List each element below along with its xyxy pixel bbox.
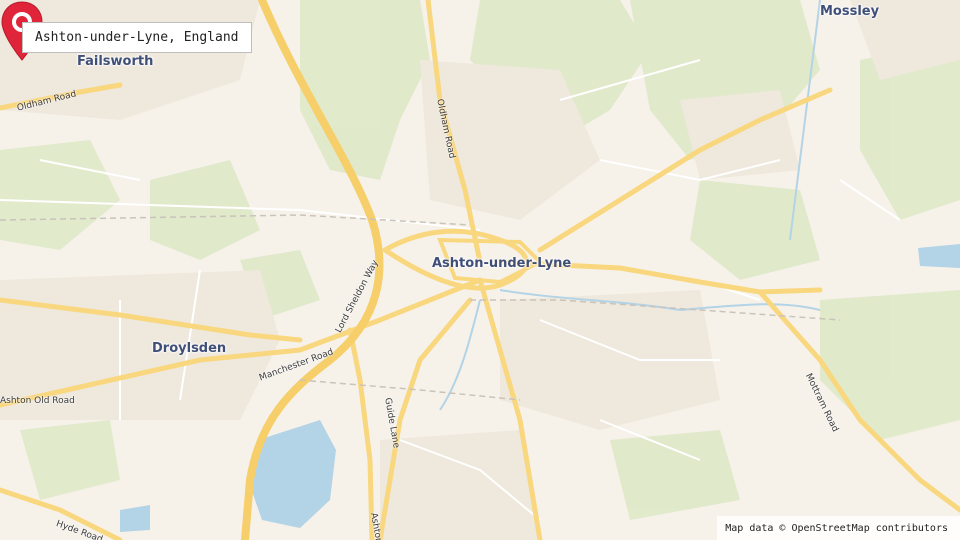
place-label-ashton: Ashton-under-Lyne (432, 256, 572, 271)
location-search-box[interactable]: Ashton-under-Lyne, England (22, 22, 252, 53)
road-label-ashton-old-road: Ashton Old Road (0, 396, 75, 406)
place-label-failsworth: Failsworth (77, 54, 154, 69)
map-canvas[interactable]: Ashton-under-Lyne Failsworth Mossley Dro… (0, 0, 960, 540)
location-search-text: Ashton-under-Lyne, England (35, 30, 239, 45)
attribution-text: Map data © OpenStreetMap contributors (725, 522, 948, 534)
place-label-mossley: Mossley (820, 4, 880, 19)
map-attribution[interactable]: Map data © OpenStreetMap contributors (717, 516, 960, 540)
place-label-droylsden: Droylsden (152, 341, 227, 356)
